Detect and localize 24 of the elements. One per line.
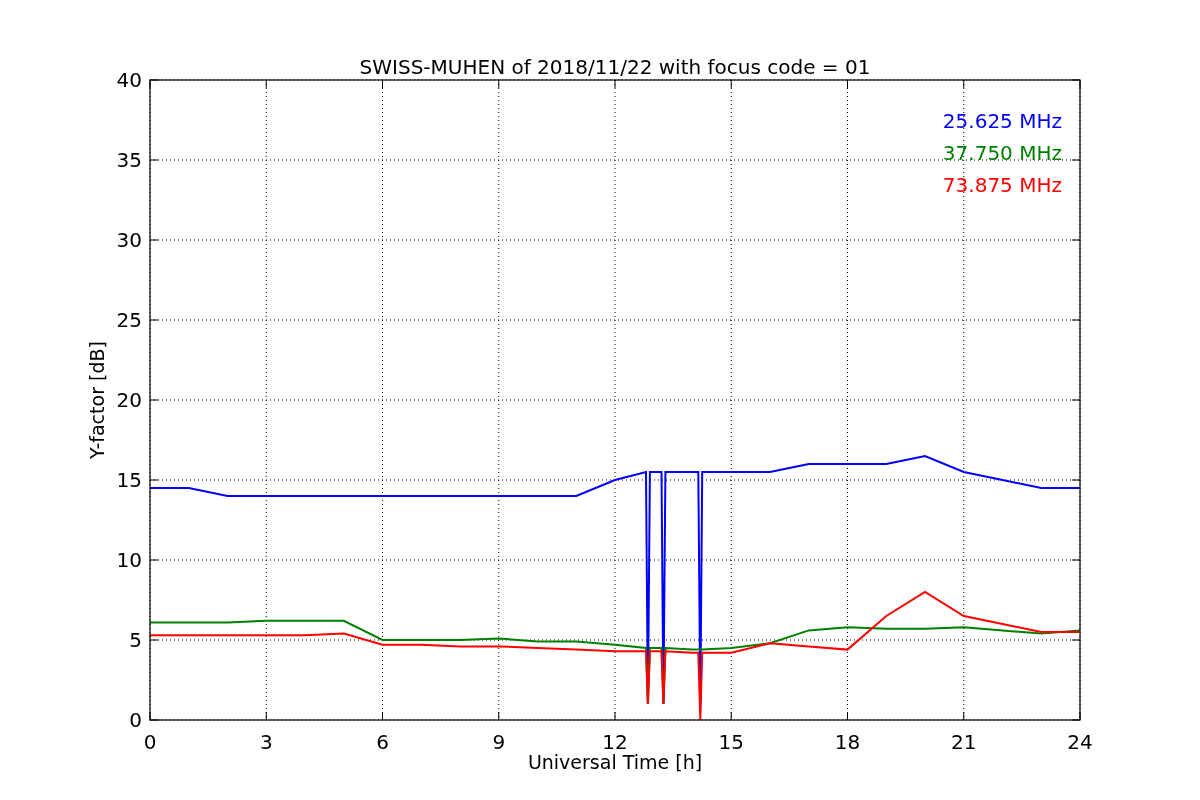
tick-label: 10 bbox=[116, 548, 142, 572]
x-axis-label: Universal Time [h] bbox=[527, 751, 703, 773]
tick-label: 35 bbox=[116, 148, 142, 172]
chart-title: SWISS-MUHEN of 2018/11/22 with focus code = 01 bbox=[359, 55, 871, 79]
tick-label: 0 bbox=[143, 730, 157, 754]
tick-label: 20 bbox=[116, 388, 142, 412]
tick-label: 5 bbox=[129, 628, 142, 652]
tick-label: 12 bbox=[602, 730, 628, 754]
y-axis-label: Y-factor [dB] bbox=[86, 341, 108, 459]
tick-label: 25 bbox=[116, 308, 142, 332]
legend-label: 73.875 MHz bbox=[942, 173, 1062, 197]
legend-label: 25.625 MHz bbox=[942, 109, 1062, 133]
tick-label: 30 bbox=[116, 228, 142, 252]
legend-label: 37.750 MHz bbox=[942, 141, 1062, 165]
tick-label: 21 bbox=[951, 730, 977, 754]
tick-label: 6 bbox=[376, 730, 389, 754]
tick-label: 15 bbox=[718, 730, 744, 754]
tick-label: 40 bbox=[116, 68, 142, 92]
tick-label: 18 bbox=[834, 730, 861, 754]
tick-label: 15 bbox=[116, 468, 142, 492]
tick-label: 24 bbox=[1067, 730, 1093, 754]
tick-label: 3 bbox=[259, 730, 273, 754]
tick-label: 9 bbox=[492, 730, 506, 754]
tick-label: 0 bbox=[129, 708, 142, 732]
